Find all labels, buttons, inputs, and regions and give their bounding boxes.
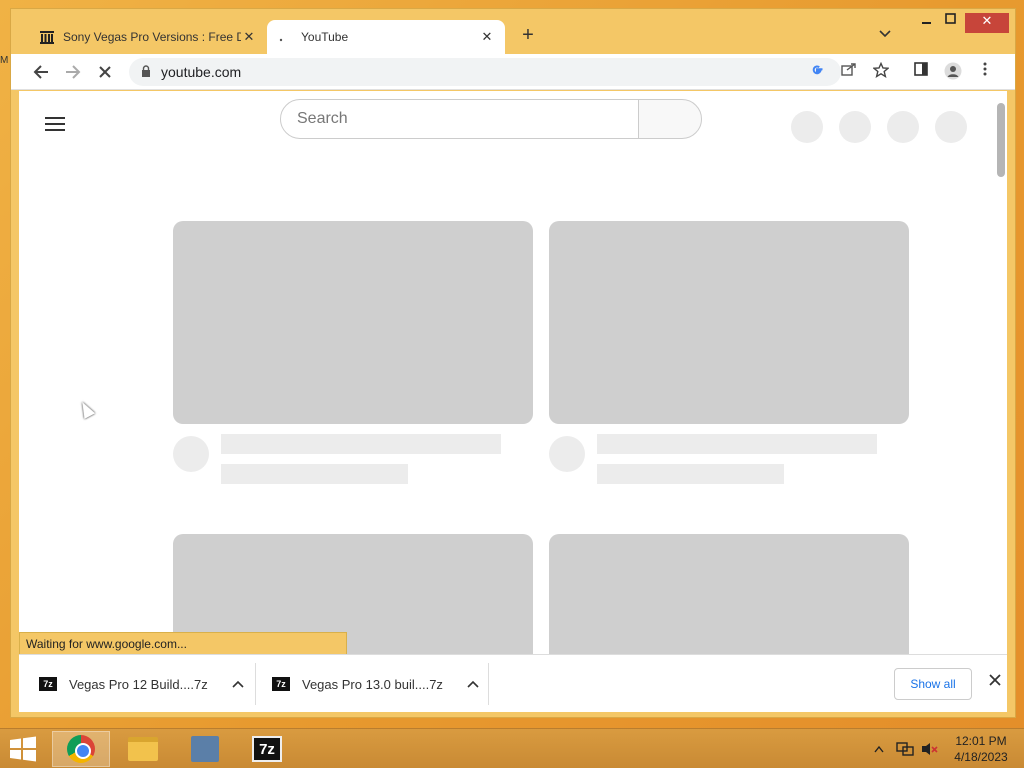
channel-avatar-placeholder bbox=[173, 436, 209, 472]
placeholder-icon bbox=[935, 111, 967, 143]
close-icon[interactable] bbox=[985, 673, 1005, 693]
chevron-up-icon[interactable] bbox=[232, 677, 244, 691]
file-explorer-taskbar-button[interactable] bbox=[114, 731, 172, 767]
tab-sony-vegas[interactable]: Sony Vegas Pro Versions : Free D ✕ bbox=[31, 20, 265, 54]
url-text: youtube.com bbox=[161, 64, 242, 80]
lock-icon bbox=[141, 64, 151, 80]
file-explorer-icon bbox=[128, 737, 158, 761]
desktop-edge-text: M bbox=[0, 55, 9, 66]
video-thumbnail-placeholder[interactable] bbox=[549, 221, 909, 424]
archive-icon bbox=[39, 29, 55, 45]
menu-kebab-icon[interactable] bbox=[975, 62, 995, 82]
download-item[interactable]: 7z Vegas Pro 12 Build....7z bbox=[39, 663, 244, 705]
video-thumbnail-placeholder[interactable] bbox=[549, 534, 909, 661]
download-shelf: 7z Vegas Pro 12 Build....7z 7z Vegas Pro… bbox=[19, 654, 1007, 712]
tab-title: YouTube bbox=[301, 30, 349, 44]
tab-title: Sony Vegas Pro Versions : Free D bbox=[63, 30, 241, 44]
divider bbox=[488, 663, 489, 705]
bookmark-star-icon[interactable] bbox=[871, 61, 891, 82]
stop-loading-icon[interactable] bbox=[93, 60, 117, 84]
7z-file-icon: 7z bbox=[272, 677, 290, 691]
address-bar[interactable]: youtube.com bbox=[129, 58, 841, 86]
7zip-taskbar-button[interactable]: 7z bbox=[238, 731, 296, 767]
scrollbar-thumb[interactable] bbox=[997, 103, 1005, 177]
close-window-button[interactable]: ✕ bbox=[965, 13, 1009, 33]
browser-toolbar: youtube.com bbox=[11, 54, 1015, 90]
tab-strip: Sony Vegas Pro Versions : Free D ✕ YouTu… bbox=[11, 9, 1015, 55]
channel-avatar-placeholder bbox=[549, 436, 585, 472]
maximize-button[interactable] bbox=[937, 13, 965, 33]
browser-window: Sony Vegas Pro Versions : Free D ✕ YouTu… bbox=[10, 8, 1016, 718]
new-tab-button[interactable]: + bbox=[517, 25, 539, 47]
share-icon[interactable] bbox=[839, 62, 859, 82]
forward-arrow-icon[interactable] bbox=[61, 60, 85, 84]
download-filename: Vegas Pro 12 Build....7z bbox=[69, 676, 208, 692]
chrome-icon bbox=[67, 735, 95, 763]
download-filename: Vegas Pro 13.0 buil....7z bbox=[302, 676, 443, 692]
search-button[interactable] bbox=[638, 99, 702, 139]
status-bubble: Waiting for www.google.com... bbox=[19, 632, 347, 654]
show-all-button[interactable]: Show all bbox=[894, 668, 972, 700]
network-tray-icon[interactable] bbox=[896, 729, 914, 768]
close-tab-icon[interactable]: ✕ bbox=[241, 29, 257, 45]
show-hidden-icons[interactable] bbox=[874, 729, 884, 768]
tab-search-chevron-icon[interactable] bbox=[875, 27, 895, 47]
search-input[interactable] bbox=[297, 110, 639, 128]
7zip-icon: 7z bbox=[252, 736, 282, 762]
meta-placeholder bbox=[221, 464, 408, 484]
side-panel-icon[interactable] bbox=[911, 62, 931, 82]
download-item[interactable]: 7z Vegas Pro 13.0 buil....7z bbox=[272, 663, 479, 705]
clock-time: 12:01 PM bbox=[955, 734, 1007, 748]
video-thumbnail-placeholder[interactable] bbox=[173, 221, 533, 424]
hamburger-menu-icon[interactable] bbox=[45, 117, 65, 131]
taskbar: 7z 12:01 PM 4/18/2023 bbox=[0, 728, 1024, 768]
placeholder-icon bbox=[839, 111, 871, 143]
chrome-taskbar-button[interactable] bbox=[52, 731, 110, 767]
divider bbox=[255, 663, 256, 705]
close-tab-icon[interactable]: ✕ bbox=[479, 29, 495, 45]
title-placeholder bbox=[221, 434, 501, 454]
loading-dot-icon bbox=[277, 29, 293, 45]
7z-file-icon: 7z bbox=[39, 677, 57, 691]
clock-date: 4/18/2023 bbox=[954, 750, 1008, 764]
google-icon[interactable] bbox=[807, 62, 827, 82]
placeholder-icon bbox=[791, 111, 823, 143]
volume-muted-icon[interactable] bbox=[920, 729, 938, 768]
chevron-up-icon[interactable] bbox=[467, 677, 479, 691]
title-placeholder bbox=[597, 434, 877, 454]
youtube-page bbox=[19, 91, 1007, 661]
windows-start-icon[interactable] bbox=[8, 735, 38, 763]
network-icon bbox=[191, 736, 219, 762]
system-clock[interactable]: 12:01 PM 4/18/2023 bbox=[948, 733, 1014, 765]
back-arrow-icon[interactable] bbox=[29, 60, 53, 84]
placeholder-icon bbox=[887, 111, 919, 143]
meta-placeholder bbox=[597, 464, 784, 484]
search-field-wrapper bbox=[280, 99, 640, 139]
tab-youtube[interactable]: YouTube ✕ bbox=[267, 20, 505, 54]
network-taskbar-button[interactable] bbox=[176, 731, 234, 767]
profile-avatar-icon[interactable] bbox=[943, 62, 963, 82]
